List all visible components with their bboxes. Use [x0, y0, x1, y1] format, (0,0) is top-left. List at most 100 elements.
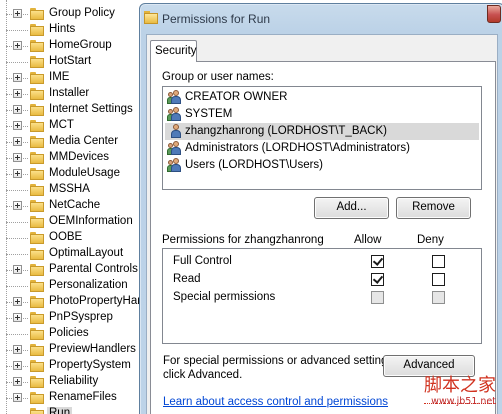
tree-item[interactable]: Group Policy [0, 6, 140, 22]
tree-branch-line [6, 62, 28, 63]
tree-item-label: PropertySystem [49, 359, 131, 371]
tree-item-label: Policies [49, 327, 89, 339]
tree-branch-line [6, 254, 28, 255]
special-permissions-text-line1: For special permissions or advanced sett… [163, 355, 397, 367]
expand-plus-icon[interactable] [13, 377, 22, 386]
permission-name: Read [173, 273, 201, 285]
user-list-item[interactable]: SYSTEM [165, 106, 479, 123]
tree-item[interactable]: PhotoPropertyHan [0, 294, 144, 310]
folder-icon [30, 120, 44, 132]
tree-item[interactable]: Run [0, 406, 140, 414]
user-list-item[interactable]: zhangzhanrong (LORDHOST\T_BACK) [165, 123, 479, 140]
watermark-main-text: 脚本之家 [424, 375, 496, 396]
expand-plus-icon[interactable] [13, 89, 22, 98]
tree-item-label: Personalization [49, 279, 128, 291]
tree-item[interactable]: Internet Settings [0, 102, 140, 118]
expand-plus-icon[interactable] [13, 169, 22, 178]
tree-item-label: Parental Controls [49, 263, 138, 275]
tree-item-label: Installer [49, 87, 90, 99]
user-list-item[interactable]: CREATOR OWNER [165, 89, 479, 106]
expand-plus-icon[interactable] [13, 361, 22, 370]
deny-checkbox[interactable] [432, 255, 445, 268]
special-permissions-text-line2: click Advanced. [163, 369, 243, 381]
folder-icon [30, 104, 44, 116]
expand-plus-icon[interactable] [13, 121, 22, 130]
permission-name: Full Control [173, 255, 232, 267]
tree-item[interactable]: IME [0, 70, 140, 86]
expand-plus-icon[interactable] [13, 345, 22, 354]
expand-plus-icon[interactable] [13, 313, 22, 322]
deny-checkbox[interactable] [432, 273, 445, 286]
user-list-item[interactable]: Users (LORDHOST\Users) [165, 157, 479, 174]
dialog-content: Security Group or user names: CREATOR OW… [146, 34, 498, 414]
permissions-dialog: Permissions for Run Security Group or us… [139, 3, 502, 414]
tree-item-label: RenameFiles [49, 391, 117, 403]
expand-plus-icon[interactable] [13, 73, 22, 82]
tree-item[interactable]: HomeGroup [0, 38, 140, 54]
expand-plus-icon[interactable] [13, 297, 22, 306]
expand-plus-icon[interactable] [13, 41, 22, 50]
site-watermark: 脚本之家 www.jb51.net [424, 371, 496, 413]
permission-row: Read [163, 271, 481, 289]
tree-branch-line [6, 334, 28, 335]
expand-plus-icon[interactable] [13, 105, 22, 114]
user-list[interactable]: CREATOR OWNER SYSTEM zhangzhanrong (LORDHO… [162, 86, 482, 190]
tree-item[interactable]: RenameFiles [0, 390, 140, 406]
folder-icon [30, 24, 44, 36]
tree-item[interactable]: MMDevices [0, 150, 140, 166]
tree-item[interactable]: OOBE [0, 230, 140, 246]
tree-item[interactable]: MCT [0, 118, 140, 134]
tree-item[interactable]: PropertySystem [0, 358, 140, 374]
folder-icon [30, 248, 44, 260]
group-icon [167, 107, 184, 122]
tree-item[interactable]: OEMInformation [0, 214, 140, 230]
tree-item[interactable]: Hints [0, 22, 140, 38]
expand-plus-icon[interactable] [13, 265, 22, 274]
tree-item-label: MMDevices [49, 151, 110, 163]
folder-icon [30, 216, 44, 228]
tree-item[interactable]: PnPSysprep [0, 310, 140, 326]
tree-item[interactable]: Parental Controls [0, 262, 140, 278]
tree-item-label: HomeGroup [49, 39, 112, 51]
user-name: CREATOR OWNER [185, 91, 288, 103]
learn-access-control-link[interactable]: Learn about access control and permissio… [163, 396, 388, 408]
allow-checkbox[interactable] [371, 273, 384, 286]
tree-item[interactable]: Reliability [0, 374, 140, 390]
tree-item-label: Hints [49, 23, 76, 35]
tab-security[interactable]: Security [150, 40, 197, 62]
tree-item-label: OEMInformation [49, 215, 133, 227]
tree-item-label: MSSHA [49, 183, 90, 195]
dialog-titlebar[interactable]: Permissions for Run [140, 4, 502, 33]
tree-item[interactable]: Media Center [0, 134, 140, 150]
tree-item[interactable]: MSSHA [0, 182, 140, 198]
user-name: SYSTEM [185, 108, 233, 120]
user-name: Users (LORDHOST\Users) [185, 159, 324, 171]
tree-item[interactable]: Policies [0, 326, 140, 342]
tree-item[interactable]: Installer [0, 86, 140, 102]
folder-icon [30, 88, 44, 100]
expand-plus-icon[interactable] [13, 153, 22, 162]
dialog-title: Permissions for Run [162, 12, 271, 26]
tree-item[interactable]: PreviewHandlers [0, 342, 140, 358]
tree-item-label: PnPSysprep [49, 311, 113, 323]
folder-icon [30, 232, 44, 244]
tree-item[interactable]: Personalization [0, 278, 140, 294]
expand-plus-icon[interactable] [13, 137, 22, 146]
tree-item[interactable]: ModuleUsage [0, 166, 140, 182]
user-list-item[interactable]: Administrators (LORDHOST\Administrators) [165, 140, 479, 157]
expand-plus-icon[interactable] [13, 201, 22, 210]
tree-item[interactable]: HotStart [0, 54, 140, 70]
expand-plus-icon[interactable] [13, 9, 22, 18]
remove-button[interactable]: Remove [396, 197, 471, 219]
expand-plus-icon[interactable] [13, 393, 22, 402]
folder-icon [30, 72, 44, 84]
add-button[interactable]: Add... [314, 197, 389, 219]
deny-checkbox [432, 291, 445, 304]
tree-item[interactable]: OptimalLayout [0, 246, 140, 262]
tree-branch-line [6, 286, 28, 287]
user-name: Administrators (LORDHOST\Administrators) [185, 142, 410, 154]
tree-item[interactable]: NetCache [0, 198, 140, 214]
tree-branch-line [6, 190, 28, 191]
allow-checkbox[interactable] [371, 255, 384, 268]
close-button[interactable] [487, 5, 501, 23]
